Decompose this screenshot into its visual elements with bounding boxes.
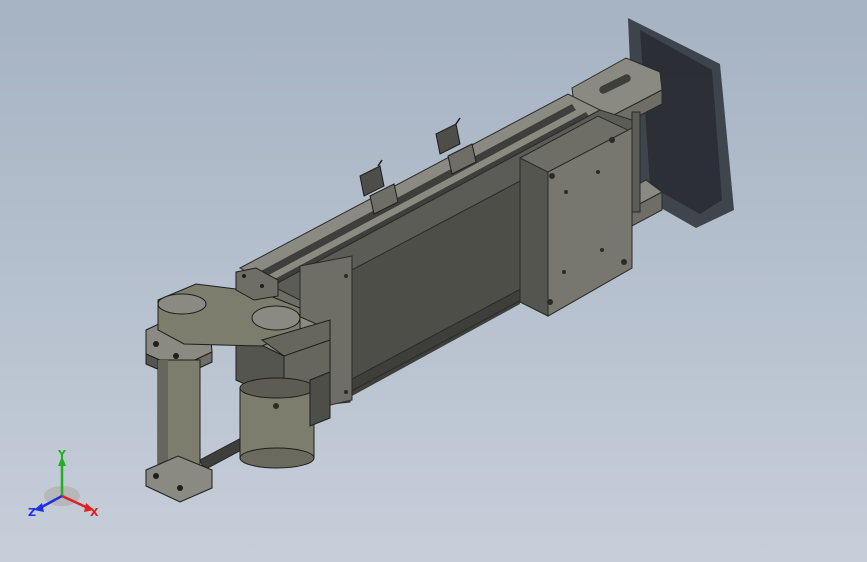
cad-model-scene[interactable]: Y X Z	[0, 0, 867, 562]
triad-z-label: Z	[28, 506, 36, 519]
triad-x-label: X	[90, 506, 99, 519]
orientation-triad: Y X Z	[28, 448, 99, 519]
cad-viewport[interactable]: Y X Z	[0, 0, 867, 562]
triad-y-label: Y	[57, 448, 67, 461]
